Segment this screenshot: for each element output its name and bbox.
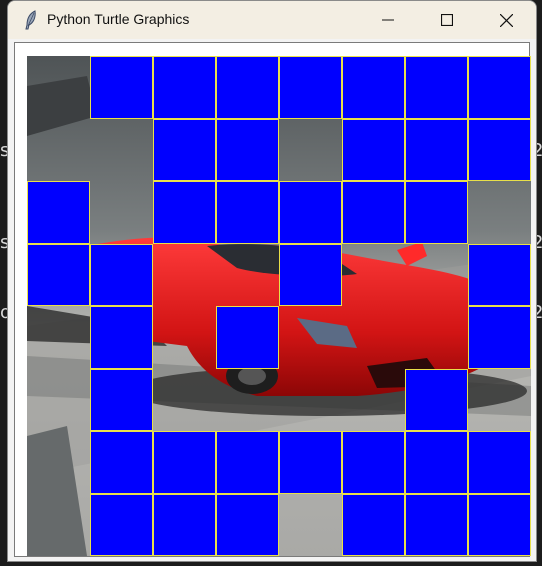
revealed-tile[interactable] [27,494,90,557]
covered-tile[interactable] [405,493,468,556]
covered-tile[interactable] [468,306,531,369]
maximize-button[interactable] [418,1,476,39]
revealed-tile[interactable] [153,244,216,307]
covered-tile[interactable] [279,56,342,119]
covered-tile[interactable] [342,118,405,181]
revealed-tile[interactable] [153,369,216,432]
revealed-tile[interactable] [405,244,468,307]
covered-tile[interactable] [216,56,279,119]
covered-tile[interactable] [216,306,279,369]
revealed-tile[interactable] [216,244,279,307]
covered-tile[interactable] [90,431,153,494]
revealed-tile[interactable] [27,431,90,494]
covered-tile[interactable] [90,493,153,556]
covered-tile[interactable] [153,56,216,119]
covered-tile[interactable] [342,56,405,119]
revealed-tile[interactable] [468,369,531,432]
title-bar[interactable]: Python Turtle Graphics [8,1,536,39]
covered-tile[interactable] [153,118,216,181]
revealed-tile[interactable] [27,56,90,119]
revealed-tile[interactable] [90,181,153,244]
revealed-tile[interactable] [279,494,342,557]
close-icon [499,13,513,27]
revealed-tile[interactable] [342,244,405,307]
turtle-window: Python Turtle Graphics [7,0,537,562]
covered-tile[interactable] [279,181,342,244]
covered-tile[interactable] [468,118,531,181]
revealed-tile[interactable] [342,369,405,432]
covered-tile[interactable] [216,493,279,556]
covered-tile[interactable] [468,493,531,556]
covered-tile[interactable] [90,306,153,369]
revealed-tile[interactable] [216,369,279,432]
covered-tile[interactable] [90,243,153,306]
covered-tile[interactable] [153,493,216,556]
revealed-tile[interactable] [279,306,342,369]
covered-tile[interactable] [342,493,405,556]
turtle-canvas[interactable] [14,42,531,557]
window-title: Python Turtle Graphics [47,11,190,27]
revealed-tile[interactable] [27,119,90,182]
covered-tile[interactable] [468,56,531,119]
covered-tile[interactable] [216,431,279,494]
revealed-tile[interactable] [279,369,342,432]
covered-tile[interactable] [216,118,279,181]
puzzle-scene[interactable] [27,56,531,556]
close-button[interactable] [477,1,535,39]
revealed-tile[interactable] [468,181,531,244]
covered-tile[interactable] [405,368,468,431]
covered-tile[interactable] [468,243,531,306]
revealed-tile[interactable] [153,306,216,369]
feather-icon [25,10,36,30]
covered-tile[interactable] [342,431,405,494]
covered-tile[interactable] [279,243,342,306]
covered-tile[interactable] [90,368,153,431]
revealed-tile[interactable] [279,119,342,182]
maximize-icon [441,14,453,26]
tile-grid [27,56,531,556]
revealed-tile[interactable] [405,306,468,369]
covered-tile[interactable] [153,431,216,494]
covered-tile[interactable] [342,181,405,244]
covered-tile[interactable] [27,181,90,244]
revealed-tile[interactable] [342,306,405,369]
covered-tile[interactable] [405,118,468,181]
covered-tile[interactable] [405,56,468,119]
revealed-tile[interactable] [90,119,153,182]
revealed-tile[interactable] [27,306,90,369]
revealed-tile[interactable] [27,369,90,432]
covered-tile[interactable] [90,56,153,119]
covered-tile[interactable] [405,431,468,494]
covered-tile[interactable] [279,431,342,494]
covered-tile[interactable] [405,181,468,244]
covered-tile[interactable] [216,181,279,244]
minimize-icon [382,19,394,21]
covered-tile[interactable] [27,243,90,306]
covered-tile[interactable] [468,431,531,494]
minimize-button[interactable] [359,1,417,39]
covered-tile[interactable] [153,181,216,244]
